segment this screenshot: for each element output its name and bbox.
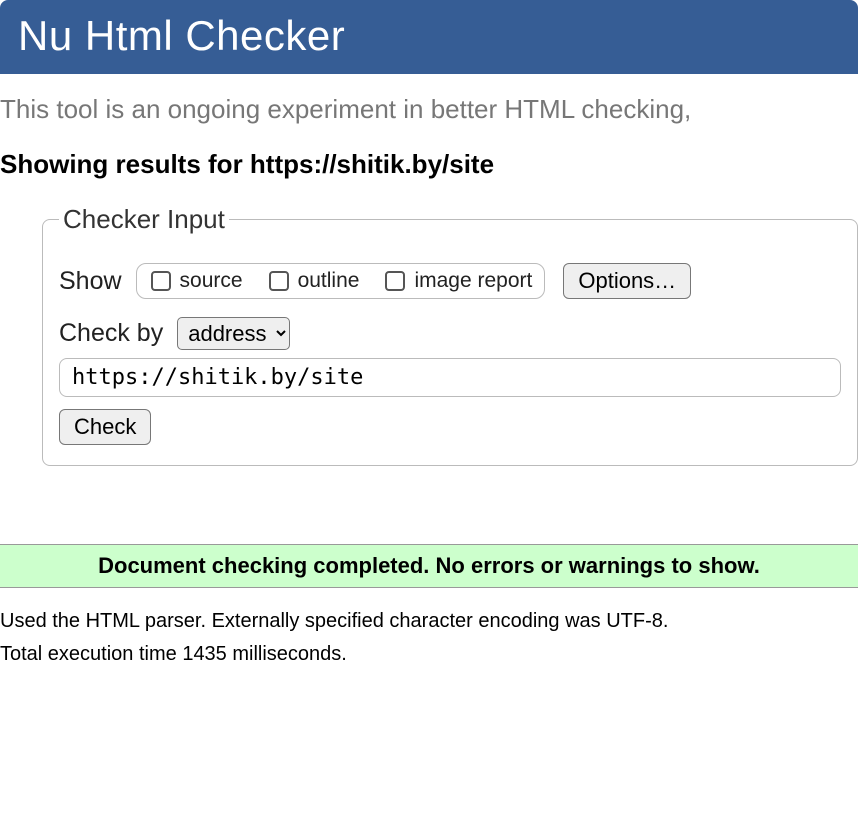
app-title: Nu Html Checker xyxy=(18,12,840,60)
outline-checkbox-item[interactable]: outline xyxy=(265,268,360,294)
check-button[interactable]: Check xyxy=(59,409,151,445)
parser-info: Used the HTML parser. Externally specifi… xyxy=(0,610,858,633)
checkby-select[interactable]: address xyxy=(177,317,290,350)
options-button[interactable]: Options… xyxy=(563,263,691,299)
results-for-heading: Showing results for https://shitik.by/si… xyxy=(0,149,858,180)
image-report-checkbox-item[interactable]: image report xyxy=(381,268,532,294)
show-label: Show xyxy=(59,267,122,296)
outline-checkbox-label: outline xyxy=(298,269,360,293)
checker-input-legend: Checker Input xyxy=(59,204,229,235)
outline-checkbox[interactable] xyxy=(269,271,289,291)
source-checkbox-item[interactable]: source xyxy=(147,268,243,294)
image-report-checkbox-label: image report xyxy=(414,269,532,293)
url-input[interactable] xyxy=(59,358,841,397)
source-checkbox-label: source xyxy=(180,269,243,293)
show-checkbox-group: source outline image report xyxy=(136,263,546,299)
checkby-row: Check by address xyxy=(59,317,841,350)
execution-time: Total execution time 1435 milliseconds. xyxy=(0,643,858,666)
checker-input-fieldset: Checker Input Show source outline image … xyxy=(42,204,858,466)
banner: Nu Html Checker xyxy=(0,0,858,74)
source-checkbox[interactable] xyxy=(151,271,171,291)
intro-text: This tool is an ongoing experiment in be… xyxy=(0,94,858,125)
checkby-label: Check by xyxy=(59,319,163,348)
image-report-checkbox[interactable] xyxy=(385,271,405,291)
success-message: Document checking completed. No errors o… xyxy=(0,544,858,588)
show-row: Show source outline image report Options… xyxy=(59,263,841,299)
